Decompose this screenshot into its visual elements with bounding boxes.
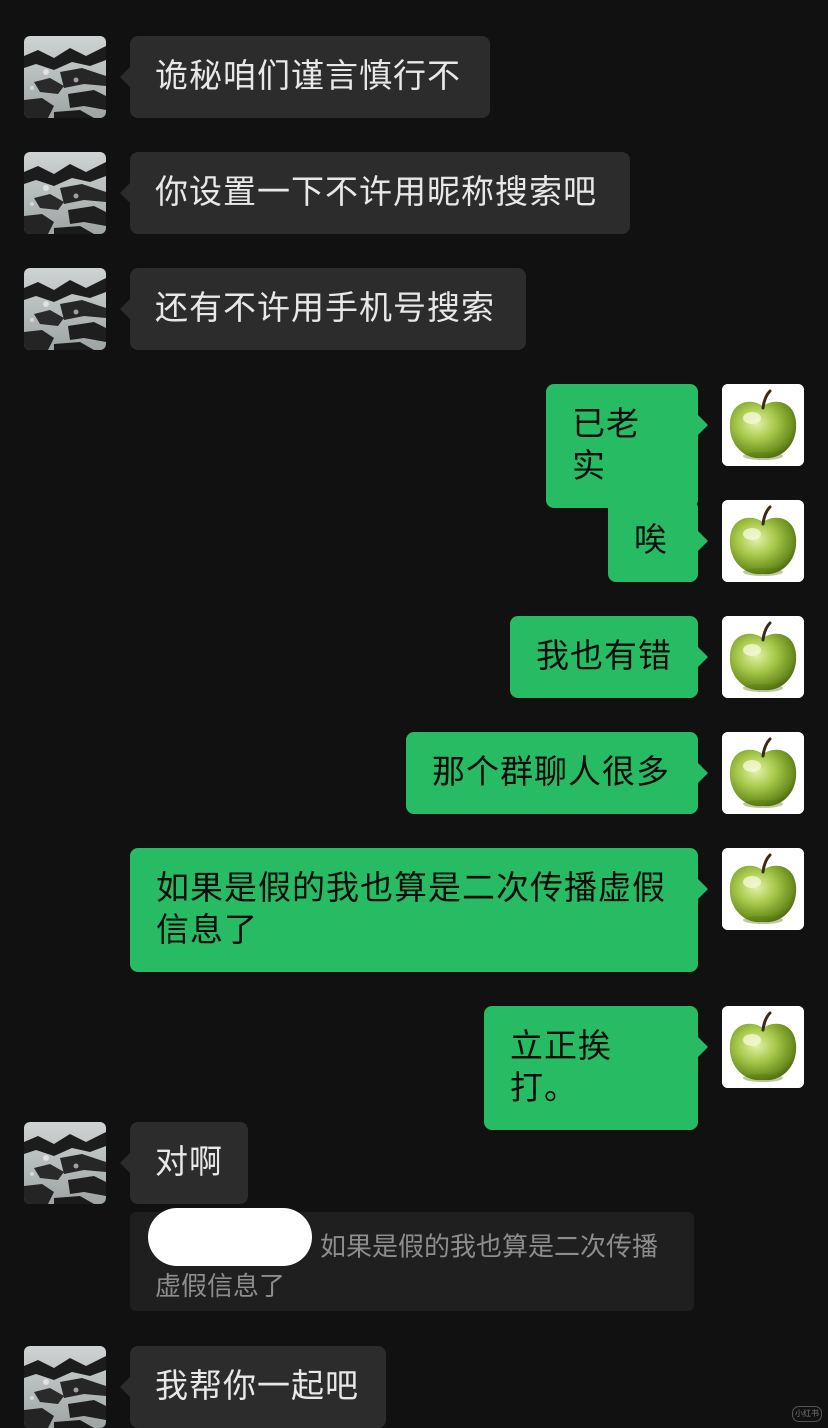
outgoing-message-bubble[interactable]: 我也有错 (510, 616, 708, 698)
watermark-logo: 小红书 (792, 1406, 822, 1422)
contact-avatar[interactable] (24, 1346, 106, 1428)
rocky-shore-avatar-icon (24, 1346, 106, 1428)
self-avatar[interactable] (722, 384, 804, 466)
contact-avatar[interactable] (24, 152, 106, 234)
rocky-shore-avatar-icon (24, 36, 106, 118)
rocky-shore-avatar-icon (24, 1122, 106, 1204)
self-avatar[interactable] (722, 848, 804, 930)
green-apple-avatar-icon (722, 384, 804, 466)
message-text: 那个群聊人很多 (432, 752, 670, 791)
contact-avatar[interactable] (24, 1122, 106, 1204)
message-text: 唉 (634, 520, 668, 559)
outgoing-message-bubble[interactable]: 唉 (608, 500, 708, 582)
outgoing-message-bubble[interactable]: 已老实 (546, 384, 708, 508)
rocky-shore-avatar-icon (24, 268, 106, 350)
contact-avatar[interactable] (24, 268, 106, 350)
green-apple-avatar-icon (722, 732, 804, 814)
message-text: 立正挨打。 (510, 1026, 612, 1107)
self-avatar[interactable] (722, 500, 804, 582)
green-apple-avatar-icon (722, 500, 804, 582)
outgoing-message-bubble[interactable]: 那个群聊人很多 (406, 732, 708, 814)
incoming-message-bubble[interactable]: 我帮你一起吧 (120, 1346, 386, 1428)
outgoing-message-bubble[interactable]: 立正挨打。 (484, 1006, 708, 1130)
message-text: 如果是假的我也算是二次传播虚假信息了 (156, 868, 666, 949)
green-apple-avatar-icon (722, 1006, 804, 1088)
self-avatar[interactable] (722, 1006, 804, 1088)
incoming-message-bubble[interactable]: 对啊 (120, 1122, 248, 1204)
message-text: 对啊 (155, 1142, 223, 1181)
rocky-shore-avatar-icon (24, 152, 106, 234)
incoming-message-bubble[interactable]: 诡秘咱们谨言慎行不 (120, 36, 490, 118)
contact-avatar[interactable] (24, 36, 106, 118)
message-text: 已老实 (572, 404, 640, 485)
self-avatar[interactable] (722, 732, 804, 814)
redacted-sender-name (148, 1208, 312, 1266)
message-text: 我帮你一起吧 (155, 1366, 359, 1405)
green-apple-avatar-icon (722, 616, 804, 698)
message-text: 我也有错 (536, 636, 672, 675)
message-text: 你设置一下不许用昵称搜索吧 (155, 172, 597, 211)
quoted-message[interactable]: 如果是假的我也算是二次传播虚假信息了 (130, 1208, 694, 1311)
self-avatar[interactable] (722, 616, 804, 698)
incoming-message-bubble[interactable]: 还有不许用手机号搜索 (120, 268, 526, 350)
message-text: 还有不许用手机号搜索 (155, 288, 495, 327)
incoming-message-bubble[interactable]: 你设置一下不许用昵称搜索吧 (120, 152, 630, 234)
outgoing-message-bubble[interactable]: 如果是假的我也算是二次传播虚假信息了 (130, 848, 708, 972)
green-apple-avatar-icon (722, 848, 804, 930)
message-text: 诡秘咱们谨言慎行不 (155, 56, 461, 95)
